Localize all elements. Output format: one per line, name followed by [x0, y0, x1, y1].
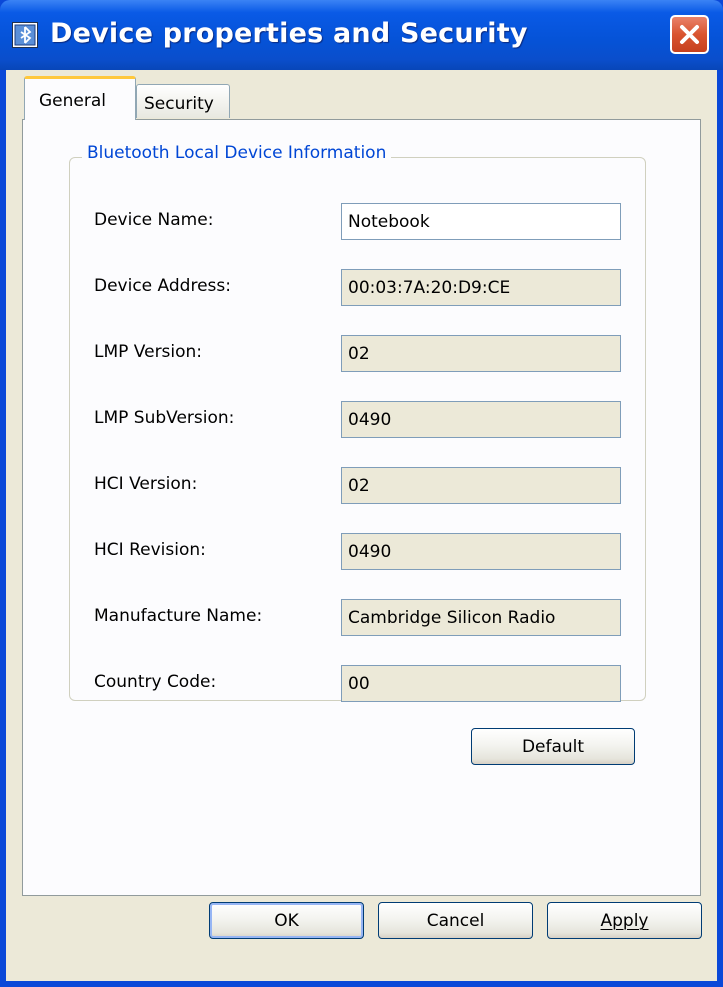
- cancel-button[interactable]: Cancel: [378, 902, 533, 939]
- dialog-body: Security General Bluetooth Local Device …: [6, 70, 717, 981]
- lmp-version-label: LMP Version:: [94, 342, 203, 362]
- close-button[interactable]: [670, 15, 709, 54]
- group-title: Bluetooth Local Device Information: [82, 143, 392, 163]
- tab-security[interactable]: Security: [136, 84, 230, 118]
- device-address-field: 00:03:7A:20:D9:CE: [341, 269, 621, 306]
- bluetooth-properties-icon: [12, 22, 38, 48]
- device-name-input[interactable]: Notebook: [341, 203, 621, 240]
- window-title: Device properties and Security: [50, 18, 528, 49]
- manufacture-name-field: Cambridge Silicon Radio: [341, 599, 621, 636]
- dialog-window: Device properties and Security Security …: [0, 0, 723, 987]
- lmp-subversion-label: LMP SubVersion:: [94, 408, 235, 428]
- title-bar[interactable]: Device properties and Security: [0, 0, 723, 70]
- tab-general[interactable]: General: [24, 76, 136, 120]
- apply-button[interactable]: Apply: [547, 902, 702, 939]
- hci-version-label: HCI Version:: [94, 474, 198, 494]
- country-code-field: 00: [341, 665, 621, 702]
- hci-revision-label: HCI Revision:: [94, 540, 206, 560]
- device-address-label: Device Address:: [94, 276, 231, 296]
- hci-version-field: 02: [341, 467, 621, 504]
- ok-button[interactable]: OK: [209, 902, 364, 939]
- close-icon: [680, 25, 699, 44]
- lmp-subversion-field: 0490: [341, 401, 621, 438]
- general-tab-panel: Bluetooth Local Device Information Devic…: [22, 119, 701, 896]
- manufacture-name-label: Manufacture Name:: [94, 606, 263, 626]
- default-button[interactable]: Default: [471, 728, 635, 765]
- hci-revision-field: 0490: [341, 533, 621, 570]
- lmp-version-field: 02: [341, 335, 621, 372]
- country-code-label: Country Code:: [94, 672, 217, 692]
- device-name-label: Device Name:: [94, 210, 214, 230]
